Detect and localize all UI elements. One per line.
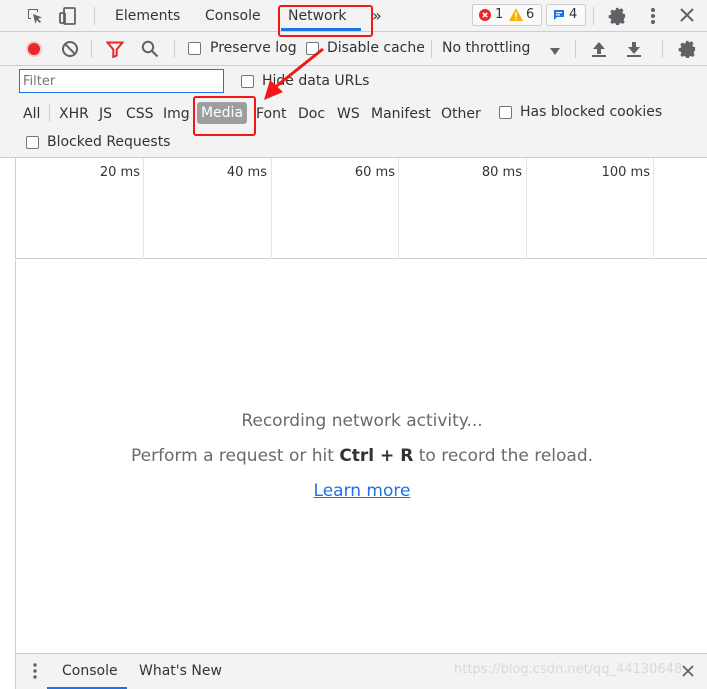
message-icon — [553, 9, 565, 25]
drawer-tab-whats-new[interactable]: What's New — [139, 663, 222, 679]
tab-elements[interactable]: Elements — [115, 6, 180, 26]
timeline-overview[interactable]: 20 ms 40 ms 60 ms 80 ms 100 ms — [15, 158, 707, 259]
close-devtools-icon[interactable] — [680, 8, 694, 26]
more-options-icon[interactable] — [650, 7, 656, 29]
type-xhr[interactable]: XHR — [59, 104, 89, 124]
search-icon[interactable] — [141, 40, 159, 62]
media-filter-highlight — [193, 96, 256, 136]
import-har-icon[interactable] — [591, 40, 607, 62]
export-har-icon[interactable] — [626, 40, 642, 62]
drawer-menu-icon[interactable] — [33, 663, 37, 683]
warning-count: 6 — [526, 7, 535, 22]
blocked-requests-label: Blocked Requests — [47, 134, 171, 150]
network-toolbar: Preserve log Disable cache No throttling — [0, 32, 707, 66]
clear-icon[interactable] — [61, 40, 79, 62]
record-icon[interactable] — [25, 40, 43, 62]
type-all[interactable]: All — [23, 104, 40, 124]
filter-input[interactable] — [19, 69, 224, 93]
type-img[interactable]: Img — [163, 104, 190, 124]
warning-icon — [509, 8, 523, 25]
type-other[interactable]: Other — [441, 104, 481, 124]
tab-console[interactable]: Console — [205, 6, 261, 26]
type-ws[interactable]: WS — [337, 104, 360, 124]
disable-cache-label: Disable cache — [327, 40, 425, 56]
more-tabs-icon[interactable]: » — [372, 6, 382, 26]
reload-hint: Perform a request or hit Ctrl + R to rec… — [130, 446, 594, 466]
has-blocked-cookies-checkbox[interactable] — [499, 106, 512, 119]
recording-status: Recording network activity... — [241, 411, 483, 431]
error-count: 1 — [495, 7, 504, 22]
timeline-tick-label: 40 ms — [226, 165, 267, 180]
errors-warnings-badge[interactable]: 1 6 — [472, 4, 542, 26]
timeline-tick-label: 80 ms — [481, 165, 522, 180]
timeline-tick-label: 60 ms — [354, 165, 395, 180]
drawer-tab-console[interactable]: Console — [62, 663, 118, 679]
messages-badge[interactable]: 4 — [546, 4, 586, 26]
preserve-log-checkbox[interactable] — [188, 42, 201, 55]
type-css[interactable]: CSS — [126, 104, 154, 124]
blocked-requests-checkbox[interactable] — [26, 136, 39, 149]
device-toolbar-icon[interactable] — [58, 6, 78, 30]
has-blocked-cookies-label: Has blocked cookies — [520, 104, 663, 120]
message-count: 4 — [569, 7, 578, 22]
error-icon — [479, 9, 491, 25]
watermark: https://blog.csdn.net/qq_44130648 — [454, 662, 683, 677]
type-manifest[interactable]: Manifest — [371, 104, 431, 124]
learn-more-link[interactable]: Learn more — [314, 481, 411, 501]
network-settings-icon[interactable] — [678, 39, 697, 62]
type-js[interactable]: JS — [99, 104, 112, 124]
requests-panel: Recording network activity... Perform a … — [15, 260, 707, 653]
shortcut-r: R — [400, 446, 414, 466]
network-tab-highlight — [278, 5, 373, 37]
throttling-select[interactable]: No throttling — [442, 40, 530, 56]
settings-gear-icon[interactable] — [608, 6, 627, 29]
inspect-element-icon[interactable] — [26, 7, 44, 29]
annotation-arrow — [264, 47, 324, 100]
timeline-tick-label: 20 ms — [99, 165, 140, 180]
close-drawer-icon[interactable] — [682, 665, 694, 681]
timeline-tick-label: 100 ms — [601, 165, 650, 180]
shortcut-ctrl: Ctrl — [339, 446, 375, 466]
filter-icon[interactable] — [105, 41, 125, 62]
dropdown-arrow-icon[interactable] — [549, 44, 561, 60]
